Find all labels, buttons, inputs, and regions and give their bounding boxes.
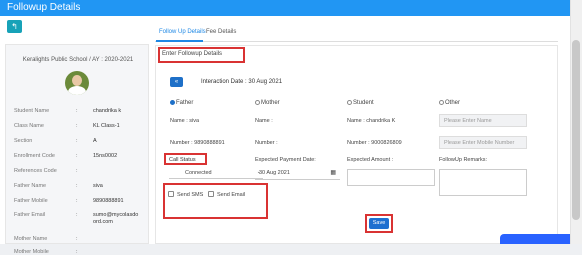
info-label: Student Name (14, 108, 50, 114)
radio-father[interactable]: Father (170, 100, 193, 106)
info-label: References Code (14, 168, 57, 174)
info-label: Mother Mobile (14, 249, 49, 255)
info-label: Class Name (14, 123, 44, 129)
radio-student[interactable]: Student (347, 100, 374, 106)
tab-fee-details[interactable]: Fee Details (206, 29, 236, 35)
payment-date-value: 30 Aug 2021 (259, 170, 290, 176)
other-mobile-input[interactable]: Please Enter Mobile Number (439, 136, 527, 149)
tab-followup-details[interactable]: Follow Up Details (159, 29, 206, 35)
student-name: Name : chandrika K (347, 118, 396, 124)
info-label: Section (14, 138, 33, 144)
avatar-face (72, 75, 82, 86)
mother-number: Number : (255, 140, 278, 146)
school-name: Keralights Public School / AY : 2020-202… (22, 57, 134, 63)
info-colon: : (76, 236, 78, 242)
info-value: 9890888891 (93, 198, 124, 204)
scrollbar-thumb[interactable] (572, 40, 580, 220)
info-value: chandrika k (93, 108, 122, 114)
amount-label: Expected Amount : (347, 157, 394, 163)
info-colon: : (76, 123, 78, 129)
back-button[interactable]: ↰ (7, 20, 22, 33)
back-arrow-icon: ↰ (11, 22, 18, 31)
chat-widget-tab[interactable] (500, 234, 570, 244)
info-value: sumo@mycolasdoord.com (93, 212, 139, 225)
radio-mother[interactable]: Mother (255, 100, 280, 106)
radio-unchecked-icon (347, 100, 352, 105)
save-button[interactable]: Save (369, 218, 389, 229)
radio-label: Student (353, 100, 374, 106)
avatar (65, 71, 89, 95)
info-colon: : (76, 168, 78, 174)
info-label: Mother Name (14, 236, 48, 242)
tab-bar: Follow Up Details Fee Details (155, 26, 558, 42)
info-value: 15ns0002 (93, 153, 118, 159)
info-colon: : (76, 183, 78, 189)
amount-input[interactable] (347, 169, 435, 186)
info-label: Father Email (14, 212, 46, 218)
checkbox-icon (168, 191, 174, 197)
info-label: Enrollment Code (14, 153, 55, 159)
call-status-label: Call Status (169, 157, 196, 163)
checkbox-icon (208, 191, 214, 197)
info-colon: : (76, 249, 78, 255)
call-status-select[interactable]: Connected ⌄ (169, 169, 263, 179)
notification-highlight (163, 183, 268, 219)
radio-unchecked-icon (255, 100, 260, 105)
page-header: Followup Details (0, 0, 570, 16)
info-colon: : (76, 138, 78, 144)
active-tab-indicator (156, 40, 203, 42)
send-sms-checkbox[interactable]: Send SMS (168, 191, 203, 198)
info-label: Father Name (14, 183, 47, 189)
remarks-label: FollowUp Remarks: (439, 157, 487, 163)
remarks-textarea[interactable] (439, 169, 527, 196)
call-status-value: Connected (185, 170, 212, 176)
info-colon: : (76, 198, 78, 204)
radio-other[interactable]: Other (439, 100, 460, 106)
radio-label: Other (445, 100, 461, 106)
followup-panel: Follow Up Details Fee Details Enter Foll… (155, 23, 558, 244)
followup-form: Enter Followup Details « Interaction Dat… (155, 45, 558, 244)
father-number: Number : 9890888891 (170, 140, 225, 146)
radio-label: Mother (261, 100, 280, 106)
student-number: Number : 9000826809 (347, 140, 402, 146)
double-chevron-left-icon: « (174, 79, 179, 85)
student-info-panel: Keralights Public School / AY : 2020-202… (5, 44, 149, 255)
radio-unchecked-icon (439, 100, 444, 105)
father-name: Name : siva (170, 118, 200, 124)
avatar-body (68, 86, 86, 95)
info-value: A (93, 138, 97, 144)
info-colon: : (76, 212, 78, 218)
calendar-icon: ▦ (330, 170, 336, 176)
send-email-checkbox[interactable]: Send Email (208, 191, 245, 198)
info-label: Father Mobile (14, 198, 48, 204)
info-colon: : (76, 153, 78, 159)
page-title: Followup Details (7, 2, 81, 13)
radio-checked-icon (170, 100, 175, 105)
interaction-date: Interaction Date : 30 Aug 2021 (201, 79, 283, 85)
other-name-input[interactable]: Please Enter Name (439, 114, 527, 127)
payment-date-input[interactable]: 30 Aug 2021 ▦ (255, 169, 340, 180)
info-colon: : (76, 108, 78, 114)
info-value: KL Class-1 (93, 123, 120, 129)
send-sms-label: Send SMS (177, 192, 204, 198)
payment-date-label: Expected Payment Date: (255, 157, 316, 163)
send-email-label: Send Email (217, 192, 246, 198)
radio-label: Father (176, 100, 194, 106)
info-value: siva (93, 183, 103, 189)
mother-name: Name : (255, 118, 273, 124)
collapse-toggle-button[interactable]: « (170, 77, 183, 87)
enter-followup-label: Enter Followup Details (162, 51, 223, 57)
